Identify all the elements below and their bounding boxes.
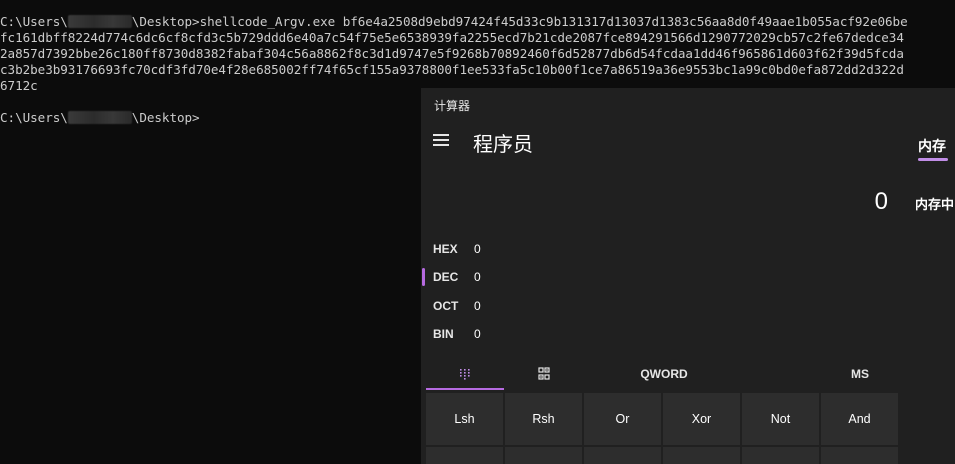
display-value: 0	[874, 188, 888, 215]
radix-label: DEC	[433, 270, 459, 284]
console-line-2: fc161dbff8224d774c6dc6cf8cfd3c5b729ddd6e…	[0, 30, 904, 45]
radix-value: 0	[474, 327, 481, 341]
console-prompt-text: \Desktop>	[131, 110, 200, 125]
memory-empty-text: 内存中	[915, 197, 955, 212]
calculator-mode-title: 程序员	[473, 134, 533, 156]
console-path-prefix: C:\Users\	[0, 110, 68, 125]
and-button[interactable]: And	[821, 393, 898, 445]
hamburger-menu-icon[interactable]	[433, 133, 451, 147]
radix-value: 0	[474, 242, 481, 256]
radix-bin[interactable]: BIN 0	[421, 323, 531, 347]
bit-toggling-keypad-button[interactable]	[505, 356, 583, 392]
keypad-key[interactable]	[663, 447, 740, 464]
radix-value: 0	[474, 270, 481, 284]
console-command-text: \Desktop>shellcode_Argv.exe bf6e4a2508d9…	[131, 14, 908, 29]
radix-label: HEX	[433, 242, 458, 256]
or-button[interactable]: Or	[584, 393, 661, 445]
redacted-username	[67, 15, 132, 28]
window-title: 计算器	[434, 99, 471, 113]
console-line-5: 6712c	[0, 78, 38, 93]
lsh-button[interactable]: Lsh	[426, 393, 503, 445]
console-line-4: c3b2be3b93176693fc70cdf3fd70e4f28e685002…	[0, 62, 904, 77]
full-keypad-button[interactable]	[426, 356, 504, 392]
keypad-row-bitwise: Lsh Rsh Or Xor Not And	[426, 393, 899, 445]
keypad-key[interactable]	[584, 447, 661, 464]
tab-memory[interactable]: 内存	[918, 136, 946, 156]
keypad-key[interactable]	[505, 447, 582, 464]
tab-memory-indicator	[918, 158, 948, 161]
radix-oct[interactable]: OCT 0	[421, 295, 531, 319]
keypad-toolbar: QWORD MS	[421, 356, 899, 392]
radix-value: 0	[474, 299, 481, 313]
keypad-icon	[460, 369, 470, 380]
keypad-key[interactable]	[821, 447, 898, 464]
console-prompt[interactable]: C:\Users\ \Desktop>	[0, 110, 200, 126]
console-line-command: C:\Users\ \Desktop>shellcode_Argv.exe bf6…	[0, 14, 908, 30]
active-keypad-indicator	[426, 388, 504, 390]
calculator-window: 计算器 程序员 内存 0 内存中 HEX 0 DEC 0 OCT 0 BIN 0	[421, 88, 955, 464]
keypad-row-next	[426, 447, 899, 464]
radix-label: OCT	[433, 299, 459, 313]
radix-dec[interactable]: DEC 0	[421, 266, 531, 290]
rsh-button[interactable]: Rsh	[505, 393, 582, 445]
bit-toggle-icon	[538, 367, 550, 380]
redacted-username	[67, 111, 132, 124]
keypad-key[interactable]	[742, 447, 819, 464]
console-line-3: 2a857d7392bbe26c180ff8730d8382fabaf304c5…	[0, 46, 904, 61]
keypad-key[interactable]	[426, 447, 503, 464]
console-path-prefix: C:\Users\	[0, 14, 68, 29]
memory-store-button[interactable]: MS	[821, 356, 899, 392]
selected-radix-indicator	[422, 268, 425, 286]
word-size-button[interactable]: QWORD	[604, 356, 724, 392]
not-button[interactable]: Not	[742, 393, 819, 445]
radix-hex[interactable]: HEX 0	[421, 238, 531, 262]
radix-label: BIN	[433, 327, 454, 341]
xor-button[interactable]: Xor	[663, 393, 740, 445]
